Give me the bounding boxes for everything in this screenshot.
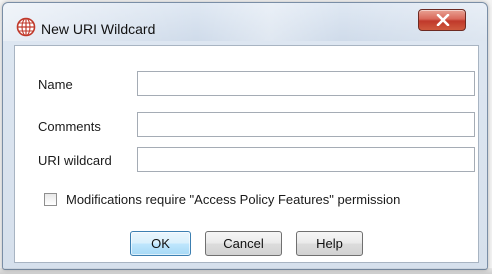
permission-checkbox-label[interactable]: Modifications require "Access Policy Fea… [66,192,400,207]
dialog-content: Name Comments URI wildcard Modifications… [14,45,479,263]
globe-grid-icon [16,17,36,37]
help-button[interactable]: Help [296,231,363,256]
comments-field[interactable] [137,112,475,137]
name-label: Name [38,77,73,92]
uri-wildcard-label: URI wildcard [38,153,112,168]
ok-button[interactable]: OK [130,231,191,256]
name-field[interactable] [137,71,475,96]
cancel-button[interactable]: Cancel [205,231,282,256]
close-x-icon [436,14,450,26]
close-button[interactable] [418,9,466,31]
dialog-window: New URI Wildcard Name Comments URI wildc… [2,2,488,270]
desktop-background [0,268,492,274]
window-title: New URI Wildcard [41,21,156,37]
uri-wildcard-field[interactable] [137,147,475,172]
permission-checkbox[interactable] [44,193,57,206]
title-bar[interactable]: New URI Wildcard [3,3,487,41]
comments-label: Comments [38,119,101,134]
